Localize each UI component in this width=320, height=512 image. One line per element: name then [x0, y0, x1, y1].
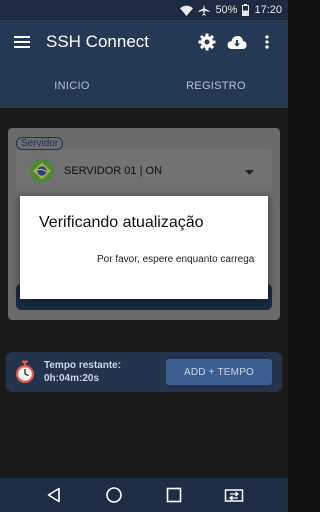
timer-label: Tempo restante:: [44, 360, 122, 371]
tab-inicio[interactable]: INICIO: [0, 64, 144, 108]
more-vert-icon[interactable]: [252, 20, 282, 64]
app-title: SSH Connect: [46, 32, 149, 51]
update-dialog: Verificando atualização Por favor, esper…: [20, 196, 268, 299]
tab-bar: INICIO REGISTRO: [0, 64, 288, 108]
timer-bar: Tempo restante: 0h:04m:20s ADD + TEMPO: [6, 352, 282, 392]
battery-percent: 50%: [215, 4, 238, 16]
stopwatch-icon: [12, 359, 38, 385]
dialog-message: Por favor, espere enquanto carrega: [97, 254, 255, 265]
airplane-icon: [198, 4, 210, 16]
menu-icon[interactable]: [0, 20, 44, 64]
server-select[interactable]: SERVIDOR 01 | ON: [16, 150, 272, 192]
switch-icon[interactable]: [218, 479, 250, 511]
clock-time: 17:20: [254, 4, 282, 16]
server-legend: Servidor: [16, 137, 64, 150]
server-name: SERVIDOR 01 | ON: [64, 165, 163, 177]
back-icon[interactable]: [38, 479, 70, 511]
cloud-download-icon[interactable]: [222, 20, 252, 64]
tab-registro[interactable]: REGISTRO: [144, 64, 288, 108]
status-bar: 50% 17:20: [0, 0, 288, 20]
brazil-flag-icon: [30, 159, 54, 183]
wifi-icon: [180, 5, 194, 16]
app-bar: SSH Connect: [0, 20, 288, 64]
add-time-button[interactable]: ADD + TEMPO: [166, 359, 272, 385]
recents-icon[interactable]: [158, 479, 190, 511]
navigation-bar: [0, 478, 288, 512]
dialog-title: Verificando atualização: [39, 214, 204, 231]
battery-icon: [242, 4, 250, 16]
home-icon[interactable]: [98, 479, 130, 511]
timer-value: 0h:04m:20s: [44, 373, 100, 384]
settings-icon[interactable]: [192, 20, 222, 64]
dropdown-arrow-icon: [245, 162, 254, 180]
timer-text: Tempo restante: 0h:04m:20s: [44, 359, 166, 385]
